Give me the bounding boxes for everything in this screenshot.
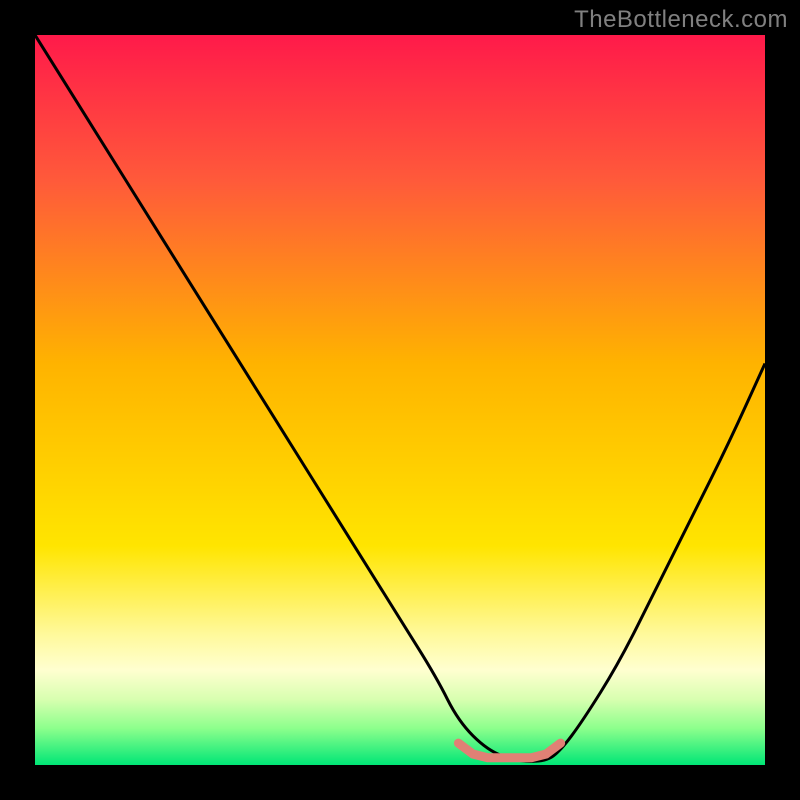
chart-canvas — [35, 35, 765, 765]
watermark-text: TheBottleneck.com — [574, 6, 788, 34]
plot-area — [35, 35, 765, 765]
chart-frame: TheBottleneck.com — [0, 0, 800, 800]
gradient-background — [35, 35, 765, 765]
